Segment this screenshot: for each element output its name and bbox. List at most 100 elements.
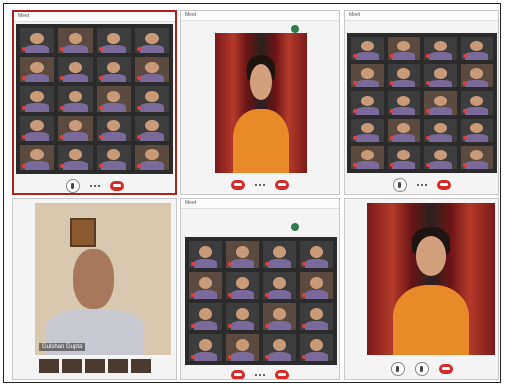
participant-tile[interactable] [134,144,169,170]
participant-tile[interactable] [226,303,259,330]
more-options-icon[interactable] [89,184,100,188]
mic-muted-icon [22,163,26,168]
participant-tile[interactable] [424,64,457,88]
participant-tile[interactable] [189,272,222,299]
mic-muted-icon [389,135,394,140]
participant-tile[interactable] [263,334,296,361]
participant-tile[interactable] [460,91,493,115]
participant-tile[interactable] [20,144,55,170]
meet-window-4[interactable]: Gulshan Gupta [12,198,177,380]
participant-tile[interactable] [263,272,296,299]
participant-tile[interactable] [58,28,93,54]
meet-window-1[interactable]: Meet [12,10,177,195]
participant-tile[interactable] [20,28,55,54]
participant-tile[interactable] [189,303,222,330]
participant-tile[interactable] [20,86,55,112]
participant-tile[interactable] [58,57,93,83]
mic-muted-icon [389,81,394,86]
participant-tile[interactable] [424,37,457,61]
mic-off-button[interactable] [231,370,245,379]
camera-icon[interactable] [414,362,429,376]
end-call-button[interactable] [275,180,289,190]
end-call-button[interactable] [109,181,124,191]
end-call-button[interactable] [275,370,289,379]
participant-tile[interactable] [351,118,384,142]
participant-tile[interactable] [189,241,222,268]
mic-muted-icon [136,134,141,139]
participant-tile[interactable] [351,91,384,115]
window-title-bar: Meet [181,11,339,21]
mic-muted-icon [265,355,269,359]
participant-tile[interactable] [387,37,420,61]
participant-tile[interactable] [460,64,493,88]
participant-tile[interactable] [134,86,169,112]
mic-muted-icon [228,293,232,297]
participant-tile[interactable] [58,86,93,112]
participant-tile[interactable] [263,303,296,330]
mic-icon[interactable] [392,178,407,192]
participant-tile[interactable] [96,86,131,112]
participant-tile[interactable] [300,241,333,268]
meet-window-5[interactable]: Meet [180,198,340,380]
participant-tile[interactable] [134,28,169,54]
participant-tile[interactable] [134,115,169,141]
participant-tile[interactable] [424,118,457,142]
more-options-icon[interactable] [255,373,265,377]
participant-tile[interactable] [263,241,296,268]
mic-muted-icon [462,54,467,59]
participant-tile[interactable] [134,57,169,83]
participant-tile[interactable] [20,57,55,83]
mic-muted-icon [426,162,430,167]
participant-tile[interactable] [460,145,493,169]
meet-window-2[interactable]: Meet [180,10,340,195]
mic-off-button[interactable] [231,180,245,190]
participant-tile[interactable] [387,64,420,88]
participant-tile[interactable] [351,145,384,169]
more-options-icon[interactable] [255,183,265,187]
participant-tile[interactable] [96,144,131,170]
participant-tile[interactable] [387,145,420,169]
participant-tile[interactable] [226,272,259,299]
participant-name: Gulshan Gupta [39,343,86,351]
mic-icon[interactable] [390,362,405,376]
meet-window-3[interactable]: Meet [344,10,499,195]
participant-tile[interactable] [460,37,493,61]
mic-muted-icon [136,47,141,52]
mic-muted-icon [389,162,394,167]
mic-muted-icon [462,135,467,140]
meet-logo-icon [291,25,299,33]
participant-tile[interactable] [96,115,131,141]
participant-tile[interactable] [58,144,93,170]
participant-tile[interactable] [387,91,420,115]
participant-tile[interactable] [58,115,93,141]
participant-tile[interactable] [460,118,493,142]
mic-icon[interactable] [65,179,80,193]
call-controls [14,178,175,193]
mic-muted-icon [462,81,467,86]
participant-tile[interactable] [424,145,457,169]
participant-tile[interactable] [300,303,333,330]
window-title-bar: Meet [345,11,498,21]
end-call-button[interactable] [436,180,451,190]
participant-tile[interactable] [351,64,384,88]
end-call-button[interactable] [438,364,453,374]
mic-muted-icon [191,355,195,359]
mic-muted-icon [426,108,430,113]
participant-tile[interactable] [96,28,131,54]
participant-tile[interactable] [189,334,222,361]
mic-muted-icon [60,105,65,110]
participant-tile[interactable] [20,115,55,141]
participant-tile[interactable] [226,241,259,268]
participant-tile[interactable] [226,334,259,361]
participant-tile[interactable] [300,334,333,361]
participant-tile[interactable] [300,272,333,299]
participant-tile[interactable] [351,37,384,61]
more-options-icon[interactable] [416,183,427,187]
participant-tile[interactable] [424,91,457,115]
mic-muted-icon [191,324,195,328]
mic-muted-icon [136,163,141,168]
meet-window-6[interactable] [344,198,499,380]
participant-tile[interactable] [96,57,131,83]
mic-muted-icon [462,162,467,167]
participant-tile[interactable] [387,118,420,142]
